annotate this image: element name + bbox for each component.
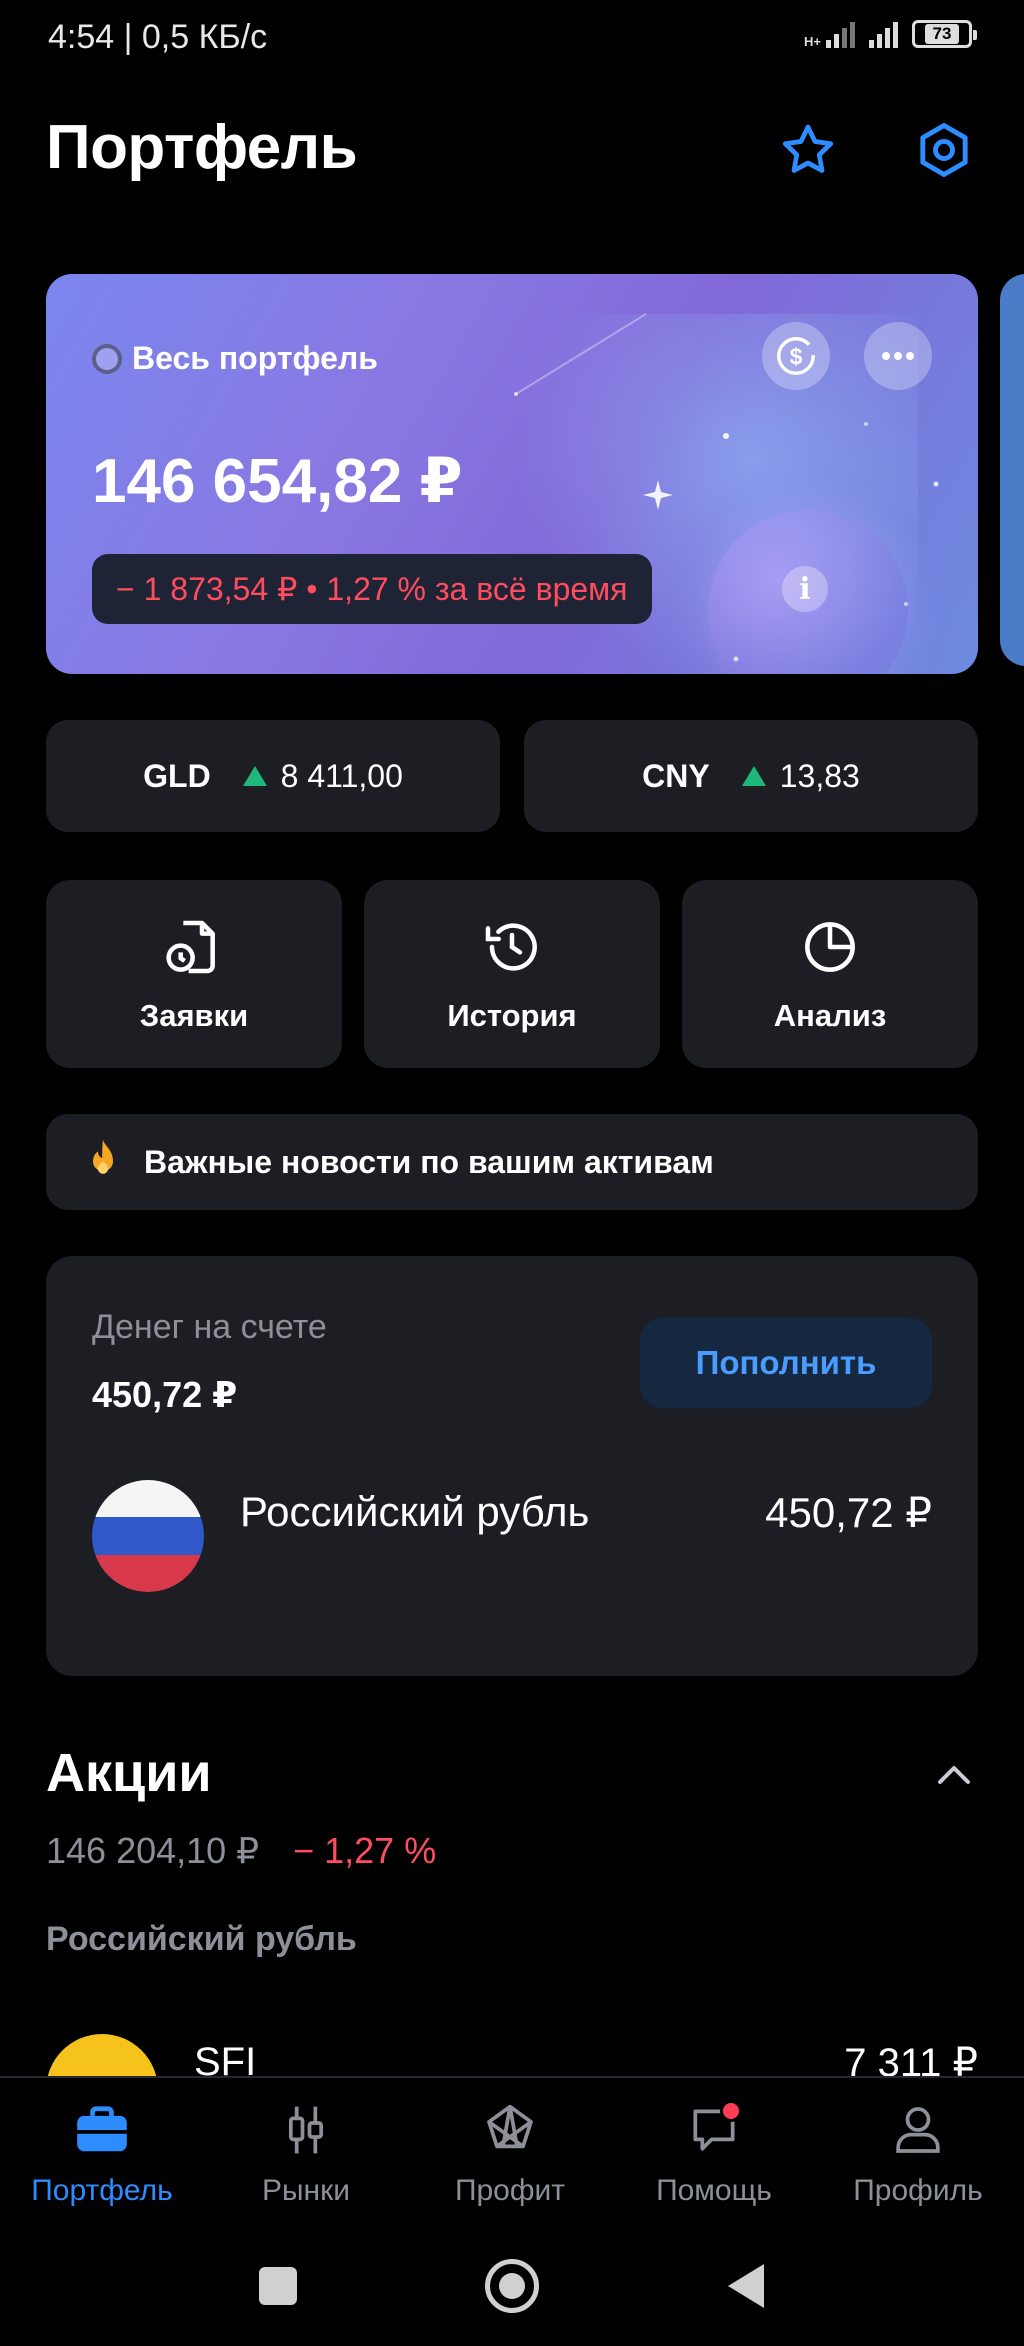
stock-row[interactable]: SFI 7 311 ₽	[0, 1990, 1024, 2076]
portfolio-value: 146 654,82 ₽	[92, 447, 463, 516]
info-icon[interactable]: i	[782, 566, 828, 612]
analysis-button[interactable]: Анализ	[682, 880, 978, 1068]
user-icon	[886, 2098, 950, 2162]
nav-profile[interactable]: Профиль	[816, 2098, 1020, 2208]
nav-label: Рынки	[261, 2174, 351, 2207]
chevron-up-icon[interactable]	[930, 1752, 978, 1805]
nav-label: Профиль	[853, 2174, 983, 2207]
nav-portfolio[interactable]: Портфель	[0, 2098, 204, 2208]
ticker-chip-cny[interactable]: CNY 13,83	[524, 720, 978, 832]
star-icon[interactable]	[776, 118, 840, 182]
cash-card: Денег на счете 450,72 ₽ Пополнить Россий…	[46, 1256, 978, 1676]
topup-button[interactable]: Пополнить	[640, 1318, 932, 1408]
battery-icon: 73	[912, 20, 977, 48]
candles-icon	[274, 2098, 338, 2162]
nav-markets[interactable]: Рынки	[204, 2098, 408, 2208]
news-label: Важные новости по вашим активам	[144, 1143, 714, 1180]
stock-logo	[46, 2034, 158, 2076]
orders-button[interactable]: Заявки	[46, 880, 342, 1068]
news-banner[interactable]: Важные новости по вашим активам	[46, 1114, 978, 1210]
portfolio-change: − 1 873,54 ₽ • 1,27 % за всё время	[92, 554, 652, 624]
back-button-icon[interactable]	[714, 2254, 778, 2318]
currency-value: 450,72 ₽	[765, 1489, 932, 1536]
chat-icon	[682, 2098, 746, 2162]
stocks-total: 146 204,10 ₽	[46, 1830, 260, 1871]
stocks-change: − 1,27 %	[293, 1830, 437, 1871]
stocks-summary: 146 204,10 ₽ − 1,27 %	[46, 1830, 436, 1872]
fire-icon	[86, 1138, 120, 1186]
nav-label: Портфель	[31, 2174, 173, 2207]
network-type: H+	[804, 34, 821, 49]
orders-icon	[162, 915, 226, 984]
ticker-value: 13,83	[779, 757, 860, 794]
history-button[interactable]: История	[364, 880, 660, 1068]
status-indicators: H+ 73	[804, 20, 977, 48]
nav-help[interactable]: Помощь	[612, 2098, 816, 2208]
analysis-label: Анализ	[773, 997, 887, 1033]
ticker-symbol: CNY	[642, 757, 710, 794]
arrow-up-icon	[242, 766, 267, 786]
currency-exchange-icon[interactable]: $	[762, 322, 830, 390]
notification-badge	[720, 2100, 742, 2122]
radio-icon	[92, 343, 122, 374]
mobile-signal-icon: H+	[804, 20, 855, 48]
ticker-symbol: GLD	[143, 757, 211, 794]
stocks-title: Акции	[46, 1743, 212, 1803]
cash-label: Денег на счете	[92, 1308, 327, 1346]
battery-level: 73	[924, 24, 960, 44]
portfolio-card[interactable]: Весь портфель $ 146 654,82 ₽ − 1 873,54 …	[46, 274, 978, 674]
currency-name[interactable]: Российский рубль	[240, 1488, 589, 1536]
history-icon	[480, 915, 544, 984]
system-nav-bar	[0, 2226, 1024, 2346]
portfolio-selector[interactable]: Весь портфель	[92, 340, 378, 377]
nav-profit[interactable]: Профит	[408, 2098, 612, 2208]
bottom-nav: Портфель Рынки Профит Помощь Профиль	[0, 2076, 1024, 2226]
orders-label: Заявки	[139, 997, 249, 1033]
nav-label: Помощь	[656, 2174, 772, 2207]
analysis-icon	[798, 915, 862, 984]
recents-button-icon[interactable]	[246, 2254, 310, 2318]
history-label: История	[447, 997, 577, 1033]
ticker-chip-gld[interactable]: GLD 8 411,00	[46, 720, 500, 832]
stocks-group-label: Российский рубль	[46, 1920, 357, 1958]
cash-value: 450,72 ₽	[92, 1374, 238, 1415]
stock-value: 7 311 ₽	[844, 2041, 978, 2076]
briefcase-icon	[70, 2098, 134, 2162]
ticker-value: 8 411,00	[280, 757, 403, 794]
nav-label: Профит	[454, 2174, 566, 2207]
signal-icon	[869, 20, 898, 48]
status-time: 4:54 | 0,5 КБ/с	[48, 18, 268, 56]
profit-icon	[478, 2098, 542, 2162]
svg-text:$: $	[790, 344, 803, 370]
page-title: Портфель	[46, 113, 358, 182]
settings-icon[interactable]	[912, 118, 976, 182]
arrow-up-icon	[741, 766, 766, 786]
next-portfolio-card-edge[interactable]	[1000, 274, 1024, 666]
stock-name: SFI	[194, 2040, 257, 2076]
more-icon[interactable]	[864, 322, 932, 390]
home-button-icon[interactable]	[480, 2254, 544, 2318]
portfolio-label: Весь портфель	[132, 340, 378, 376]
russia-flag-icon	[92, 1480, 204, 1592]
